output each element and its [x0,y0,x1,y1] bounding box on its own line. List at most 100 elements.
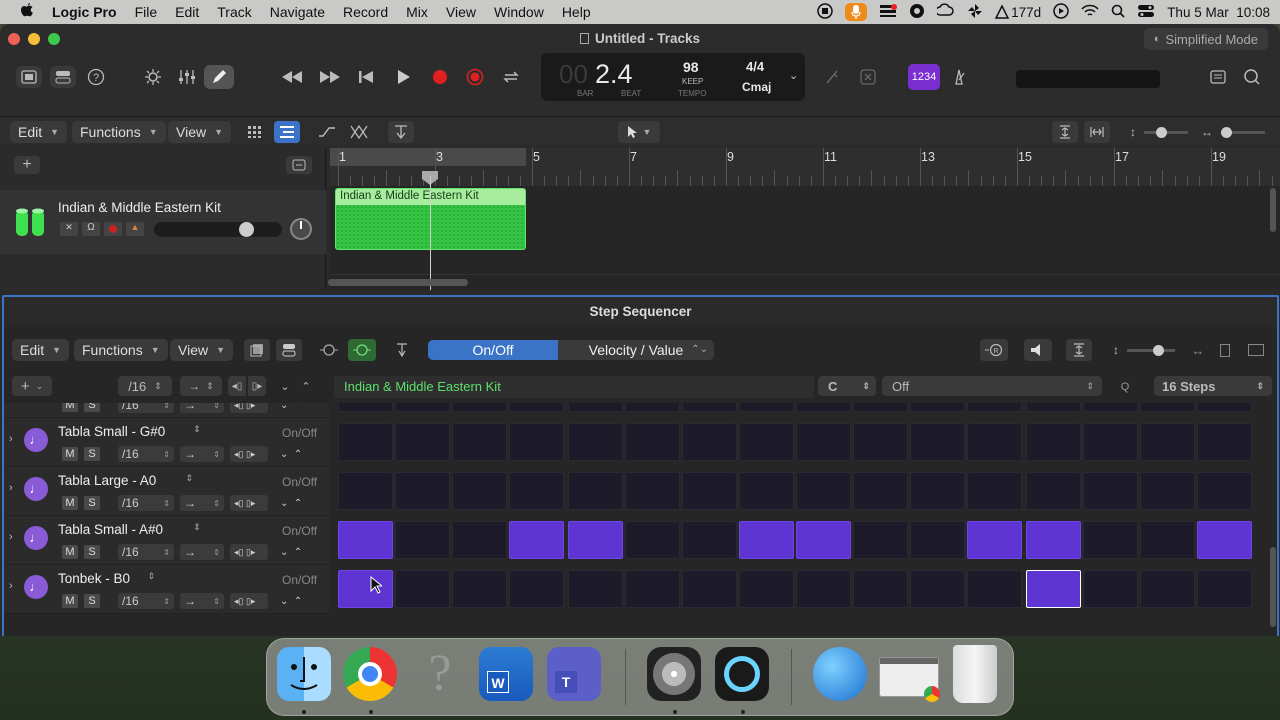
sequencer-row-header[interactable]: › ♩ Tonbek - B0 ⇕ On/Off M S/16 ⇕ → ⇕ ◂▯ ▯▸ ⌄ ⌃ [4,565,329,614]
lcd-menu-chevron-icon[interactable]: ⌄ [789,69,798,82]
row-mute-button[interactable]: M [62,447,78,461]
steps-count-selector[interactable]: 16 Steps ⇕ [1154,376,1272,396]
step-cell[interactable] [682,521,737,559]
quick-help-button[interactable]: ? [84,66,108,88]
step-cell[interactable] [338,403,393,412]
expand-rows-button[interactable]: ⌃ [297,376,315,396]
simplified-mode-button[interactable]: ◐ Simplified Mode [1143,28,1268,50]
row-mute-button[interactable]: M [62,545,78,559]
row-solo-button[interactable]: S [84,496,100,510]
ss-layout-narrow-button[interactable] [1214,339,1236,361]
ss-edit-menu[interactable]: Edit ▼ [12,339,70,361]
step-cell[interactable] [452,570,507,608]
mode-onoff-button[interactable]: On/Off [428,340,558,360]
vertical-scrollbar[interactable] [1270,188,1276,232]
row-edit-mode[interactable]: On/Off [282,524,317,538]
browser-button[interactable] [1240,66,1264,88]
ss-functions-menu[interactable]: Functions ▼ [74,339,168,361]
step-cell[interactable] [395,403,450,412]
ss-loop-button[interactable] [316,339,342,361]
step-cell[interactable] [452,472,507,510]
sequencer-row-header[interactable]: › ♩ Tabla Small - A#0 ⇕ On/Off M S/16 ⇕ → ⇕ ◂▯ ▯▸ ⌄… [4,516,329,565]
step-cell[interactable] [1197,403,1252,412]
step-cell[interactable] [910,521,965,559]
horizontal-zoom-slider[interactable]: ↔ [1198,121,1268,143]
input-monitor-icon[interactable]: ▲ [126,222,144,236]
step-cell[interactable] [1140,403,1195,412]
step-cell[interactable] [1140,570,1195,608]
vertical-fit-button[interactable] [1052,121,1078,143]
tracks-functions-menu[interactable]: Functions ▼ [72,121,166,143]
ss-inspector-button[interactable] [276,339,302,361]
row-octave-buttons[interactable]: ⌄ ⌃ [276,495,318,511]
row-shift-buttons[interactable]: ◂▯ ▯▸ [230,495,268,511]
track-pan-knob[interactable] [290,218,312,240]
collapse-rows-button[interactable]: ⌄ [276,376,294,396]
step-cell[interactable] [568,423,623,461]
row-octave-buttons[interactable]: ⌄ ⌃ [276,403,318,413]
menu-track[interactable]: Track [208,4,260,20]
row-direction-selector[interactable]: → ⇕ [180,593,224,609]
row-solo-button[interactable]: S [84,447,100,461]
row-resolution-selector[interactable]: /16 ⇕ [118,446,174,462]
row-shift-buttons[interactable]: ◂▯ ▯▸ [230,403,268,413]
ss-follow-button[interactable] [348,339,376,361]
chrome-dock-icon[interactable] [343,647,397,701]
ss-view-menu[interactable]: View ▼ [170,339,234,361]
step-cell[interactable] [509,423,564,461]
mode-velocity-button[interactable]: Velocity / Value ⌃⌄ [558,340,714,360]
ss-vertical-fit-button[interactable] [1066,339,1092,361]
step-cell[interactable] [395,521,450,559]
step-cell[interactable] [796,521,851,559]
track-row[interactable]: Indian & Middle Eastern Kit ✕ Ω ▲ [0,190,326,254]
horizontal-scrollbar[interactable] [328,279,468,286]
trash-dock-icon[interactable] [953,645,997,703]
ss-vertical-zoom-knob[interactable] [1153,344,1164,356]
step-cell[interactable] [568,570,623,608]
step-cell[interactable] [1197,521,1252,559]
row-edit-mode[interactable]: On/Off [282,475,317,489]
step-cell[interactable] [853,472,908,510]
row-solo-button[interactable]: S [84,403,100,412]
step-cell[interactable] [1083,403,1138,412]
sequencer-row-header[interactable]: › ♩ Tabla Large - A0 ⇕ On/Off M S/16 ⇕ → ⇕ ◂▯ ▯▸ ⌄ … [4,467,329,516]
row-solo-button[interactable]: S [84,594,100,608]
step-cell[interactable] [853,423,908,461]
list-view-button[interactable] [274,121,300,143]
step-cell[interactable] [1197,423,1252,461]
row-mute-button[interactable]: M [62,496,78,510]
row-resolution-selector[interactable]: /16 ⇕ [118,403,174,413]
quicktime-dock-icon[interactable] [715,647,769,701]
smart-controls-button[interactable] [140,66,166,88]
solo-button[interactable] [856,66,880,88]
ss-record-button[interactable]: R [980,339,1008,361]
fast-forward-button[interactable] [316,66,344,88]
tuner-button[interactable] [820,66,844,88]
step-cell[interactable] [739,472,794,510]
step-cell[interactable] [625,570,680,608]
tracks-edit-menu[interactable]: Edit ▼ [10,121,68,143]
row-direction-selector[interactable]: → ⇕ [180,446,224,462]
step-cell[interactable] [967,403,1022,412]
row-solo-button[interactable]: S [84,545,100,559]
step-cell[interactable] [395,472,450,510]
step-cell[interactable] [568,521,623,559]
flex-button[interactable] [346,121,372,143]
step-cell[interactable] [452,521,507,559]
row-name[interactable]: Tabla Small - G#0 [58,424,165,439]
step-cell[interactable] [395,423,450,461]
step-cell[interactable] [1026,521,1081,559]
playback-direction-selector[interactable]: → ⇕ [180,376,222,396]
row-expand-chevron-icon[interactable]: › [9,531,13,543]
rewind-button[interactable] [278,66,306,88]
row-mute-button[interactable]: M [62,594,78,608]
replace-record-button[interactable] [463,66,487,88]
editors-button[interactable] [204,65,234,89]
vertical-zoom-knob[interactable] [1156,126,1167,138]
step-cell[interactable] [509,403,564,412]
step-cell[interactable] [509,521,564,559]
row-shift-buttons[interactable]: ◂▯ ▯▸ [230,593,268,609]
row-expand-chevron-icon[interactable]: › [9,482,13,494]
step-cell[interactable] [625,423,680,461]
row-name[interactable]: Tabla Small - A#0 [58,522,163,537]
